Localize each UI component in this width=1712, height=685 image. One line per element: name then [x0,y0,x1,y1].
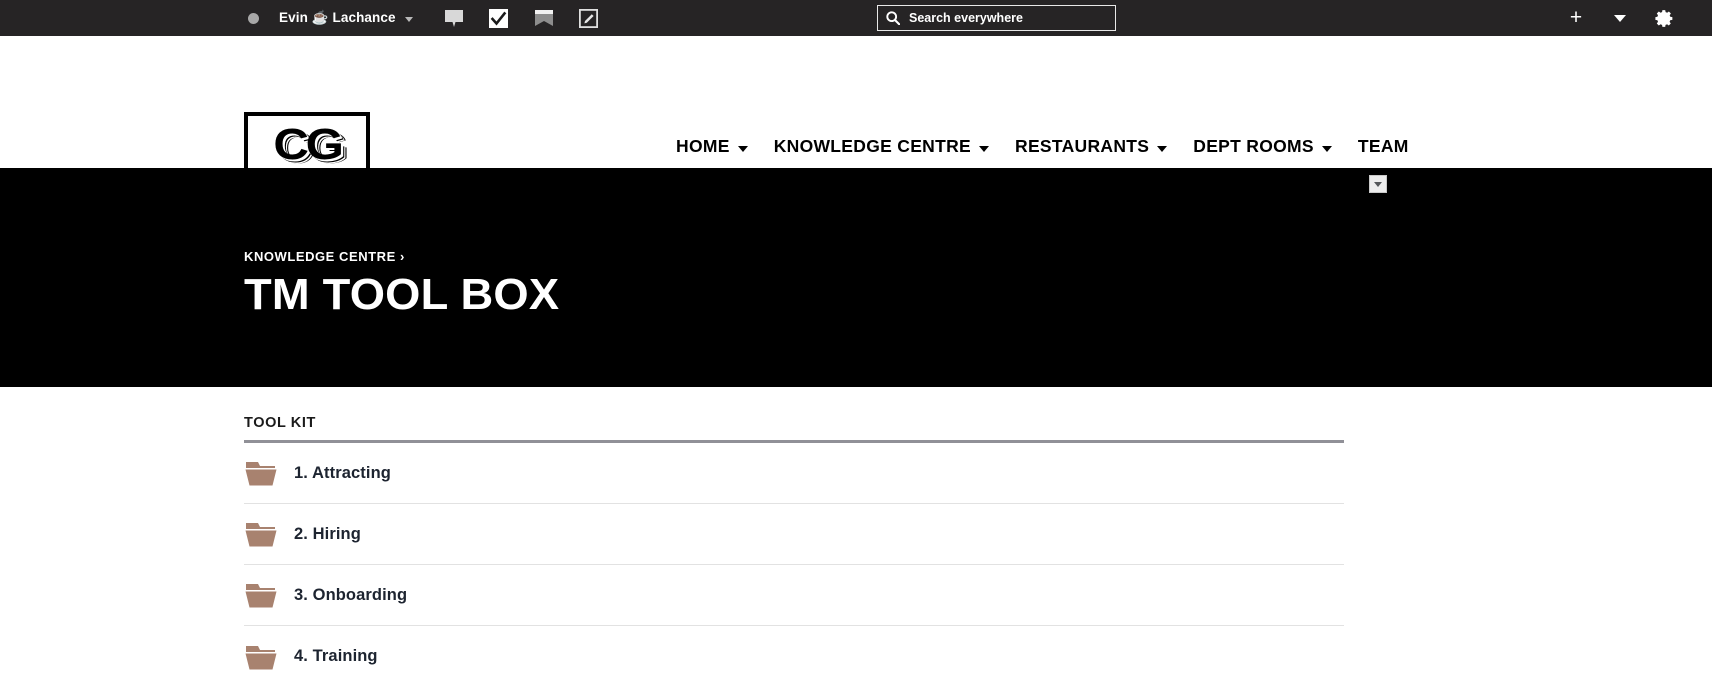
plus-icon: + [1569,5,1583,29]
status-dot [248,12,259,24]
nav-item-dept-rooms[interactable]: DEPT ROOMS [1193,136,1332,157]
page-title: TM TOOL BOX [244,270,560,319]
folder-label: 4. Training [294,647,378,665]
hero-options-toggle[interactable] [1369,175,1387,193]
user-menu-chevron-down-icon[interactable] [404,16,413,22]
more-menu-button[interactable] [1598,0,1642,36]
hero-content: KNOWLEDGE CENTRE › TM TOOL BOX [244,249,559,318]
search-input[interactable] [909,11,1107,25]
note-edit-icon[interactable] [578,7,600,29]
main-content: TOOL KIT 1. Attracting 2. Hiring 3. Onbo… [0,387,1712,685]
comment-icon[interactable] [443,7,465,29]
list-item[interactable]: 4. Training [244,626,1344,685]
topbar-right-group: + [1554,0,1712,36]
list-item[interactable]: 2. Hiring [244,504,1344,565]
list-item[interactable]: 3. Onboarding [244,565,1344,626]
folder-icon [244,459,278,487]
site-header: CG HOME KNOWLEDGE CENTRE RESTAURANTS DEP… [0,36,1712,177]
folder-label: 2. Hiring [294,524,361,543]
user-name-label[interactable]: Evin ☕ Lachance [279,10,396,26]
chevron-down-icon [737,145,748,152]
chevron-down-icon [1321,145,1332,152]
nav-label: KNOWLEDGE CENTRE [773,136,972,156]
logo-text: CG [273,119,344,169]
folder-icon [244,520,278,548]
task-check-icon[interactable] [488,7,510,29]
nav-label: RESTAURANTS [1015,136,1150,156]
nav-item-team[interactable]: TEAM [1358,136,1409,157]
chevron-down-icon [1157,145,1168,152]
main-navigation: HOME KNOWLEDGE CENTRE RESTAURANTS DEPT R… [676,136,1409,157]
topbar-left-group: Evin ☕ Lachance [248,7,600,29]
search-icon [886,11,900,25]
nav-label: TEAM [1357,136,1409,156]
nav-item-knowledge-centre[interactable]: KNOWLEDGE CENTRE [773,136,990,157]
chevron-down-icon [979,145,990,152]
content-container: TOOL KIT 1. Attracting 2. Hiring 3. Onbo… [244,415,1344,685]
top-admin-bar: Evin ☕ Lachance Search everywhere + [0,0,1712,36]
folder-label: 3. Onboarding [294,585,408,604]
folder-label: 1. Attracting [294,463,391,482]
bookmark-icon[interactable] [533,7,555,29]
folder-icon [244,643,278,671]
search-box[interactable] [877,5,1116,31]
section-title: TOOL KIT [244,415,316,431]
nav-item-restaurants[interactable]: RESTAURANTS [1015,136,1168,157]
chevron-down-icon [1614,14,1626,22]
global-search[interactable] [877,5,1116,31]
chevron-down-icon [1374,181,1382,187]
folder-icon [244,581,278,609]
gear-icon [1654,9,1672,27]
add-button[interactable]: + [1554,0,1598,36]
list-item[interactable]: 1. Attracting [244,443,1344,504]
breadcrumb[interactable]: KNOWLEDGE CENTRE › [244,249,550,264]
folder-list: 1. Attracting 2. Hiring 3. Onboarding 4.… [244,443,1344,685]
nav-item-home[interactable]: HOME [676,136,748,157]
hero-banner: KNOWLEDGE CENTRE › TM TOOL BOX [0,168,1712,387]
nav-label: HOME [676,136,730,156]
nav-label: DEPT ROOMS [1193,136,1314,156]
settings-button[interactable] [1642,0,1686,36]
topbar-icon-group [443,7,600,29]
